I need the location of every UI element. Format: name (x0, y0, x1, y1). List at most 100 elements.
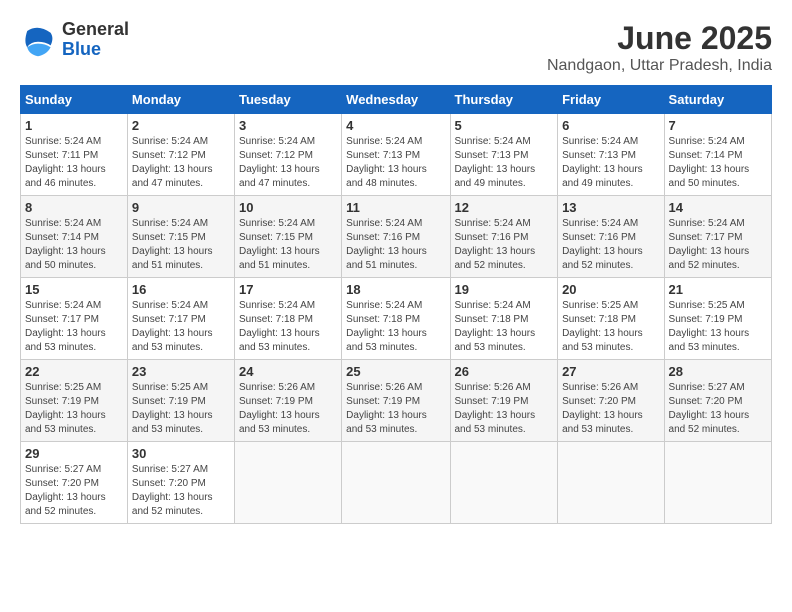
day-number: 20 (562, 282, 659, 297)
weekday-friday: Friday (558, 86, 664, 114)
calendar-header: SundayMondayTuesdayWednesdayThursdayFrid… (21, 86, 772, 114)
day-number: 13 (562, 200, 659, 215)
calendar-title: June 2025 (547, 20, 772, 57)
day-number: 19 (455, 282, 554, 297)
day-number: 30 (132, 446, 230, 461)
calendar-cell: 7Sunrise: 5:24 AM Sunset: 7:14 PM Daylig… (664, 114, 771, 196)
day-number: 3 (239, 118, 337, 133)
day-info: Sunrise: 5:26 AM Sunset: 7:19 PM Dayligh… (346, 381, 445, 437)
calendar-cell (450, 442, 558, 524)
calendar-cell (664, 442, 771, 524)
logo-icon (20, 22, 56, 58)
calendar-subtitle: Nandgaon, Uttar Pradesh, India (547, 57, 772, 75)
day-number: 29 (25, 446, 123, 461)
day-info: Sunrise: 5:27 AM Sunset: 7:20 PM Dayligh… (132, 463, 230, 519)
day-number: 18 (346, 282, 445, 297)
day-number: 16 (132, 282, 230, 297)
calendar-cell: 19 Sunrise: 5:24 AM Sunset: 7:18 PM Dayli… (450, 278, 558, 360)
calendar-cell: 17 Sunrise: 5:24 AM Sunset: 7:18 PM Dayli… (234, 278, 341, 360)
day-number: 28 (669, 364, 767, 379)
calendar-cell: 28 Sunrise: 5:27 AM Sunset: 7:20 PM Dayli… (664, 360, 771, 442)
day-info: Sunrise: 5:24 AM Sunset: 7:13 PM Dayligh… (562, 135, 659, 191)
day-number: 25 (346, 364, 445, 379)
week-row-3: 15Sunrise: 5:24 AM Sunset: 7:17 PM Dayli… (21, 278, 772, 360)
weekday-sunday: Sunday (21, 86, 128, 114)
day-info: Sunrise: 5:25 AM Sunset: 7:19 PM Dayligh… (25, 381, 123, 437)
day-info: Sunrise: 5:24 AM Sunset: 7:13 PM Dayligh… (346, 135, 445, 191)
calendar-cell: 2 Sunrise: 5:24 AM Sunset: 7:12 PM Daylig… (127, 114, 234, 196)
day-info: Sunrise: 5:24 AM Sunset: 7:18 PM Dayligh… (455, 299, 554, 355)
day-number: 23 (132, 364, 230, 379)
day-number: 6 (562, 118, 659, 133)
day-info: Sunrise: 5:27 AM Sunset: 7:20 PM Dayligh… (25, 463, 123, 519)
day-number: 11 (346, 200, 445, 215)
day-info: Sunrise: 5:24 AM Sunset: 7:18 PM Dayligh… (239, 299, 337, 355)
calendar-cell: 21Sunrise: 5:25 AM Sunset: 7:19 PM Dayli… (664, 278, 771, 360)
calendar-cell: 9Sunrise: 5:24 AM Sunset: 7:15 PM Daylig… (127, 196, 234, 278)
day-info: Sunrise: 5:27 AM Sunset: 7:20 PM Dayligh… (669, 381, 767, 437)
day-info: Sunrise: 5:26 AM Sunset: 7:19 PM Dayligh… (239, 381, 337, 437)
day-number: 12 (455, 200, 554, 215)
calendar-cell: 12 Sunrise: 5:24 AM Sunset: 7:16 PM Dayli… (450, 196, 558, 278)
day-info: Sunrise: 5:24 AM Sunset: 7:15 PM Dayligh… (239, 217, 337, 273)
weekday-monday: Monday (127, 86, 234, 114)
day-number: 5 (455, 118, 554, 133)
weekday-saturday: Saturday (664, 86, 771, 114)
calendar-cell (342, 442, 450, 524)
day-number: 2 (132, 118, 230, 133)
calendar-cell: 16 Sunrise: 5:24 AM Sunset: 7:17 PM Dayli… (127, 278, 234, 360)
weekday-wednesday: Wednesday (342, 86, 450, 114)
day-number: 1 (25, 118, 123, 133)
calendar-cell: 5 Sunrise: 5:24 AM Sunset: 7:13 PM Daylig… (450, 114, 558, 196)
calendar-table: SundayMondayTuesdayWednesdayThursdayFrid… (20, 85, 772, 524)
calendar-cell: 10 Sunrise: 5:24 AM Sunset: 7:15 PM Dayli… (234, 196, 341, 278)
logo-text: General Blue (62, 20, 129, 60)
calendar-cell: 13 Sunrise: 5:24 AM Sunset: 7:16 PM Dayli… (558, 196, 664, 278)
week-row-2: 8 Sunrise: 5:24 AM Sunset: 7:14 PM Daylig… (21, 196, 772, 278)
calendar-cell: 14 Sunrise: 5:24 AM Sunset: 7:17 PM Dayli… (664, 196, 771, 278)
calendar-cell: 1Sunrise: 5:24 AM Sunset: 7:11 PM Daylig… (21, 114, 128, 196)
weekday-thursday: Thursday (450, 86, 558, 114)
logo: General Blue (20, 20, 129, 60)
day-info: Sunrise: 5:24 AM Sunset: 7:13 PM Dayligh… (455, 135, 554, 191)
title-area: June 2025 Nandgaon, Uttar Pradesh, India (547, 20, 772, 75)
day-info: Sunrise: 5:24 AM Sunset: 7:12 PM Dayligh… (132, 135, 230, 191)
calendar-cell: 6 Sunrise: 5:24 AM Sunset: 7:13 PM Daylig… (558, 114, 664, 196)
day-info: Sunrise: 5:25 AM Sunset: 7:19 PM Dayligh… (669, 299, 767, 355)
week-row-1: 1Sunrise: 5:24 AM Sunset: 7:11 PM Daylig… (21, 114, 772, 196)
day-number: 4 (346, 118, 445, 133)
day-number: 8 (25, 200, 123, 215)
day-number: 17 (239, 282, 337, 297)
calendar-cell (234, 442, 341, 524)
calendar-cell: 20Sunrise: 5:25 AM Sunset: 7:18 PM Dayli… (558, 278, 664, 360)
day-info: Sunrise: 5:24 AM Sunset: 7:17 PM Dayligh… (132, 299, 230, 355)
week-row-4: 22 Sunrise: 5:25 AM Sunset: 7:19 PM Dayli… (21, 360, 772, 442)
day-number: 26 (455, 364, 554, 379)
calendar-cell: 18 Sunrise: 5:24 AM Sunset: 7:18 PM Dayli… (342, 278, 450, 360)
day-info: Sunrise: 5:24 AM Sunset: 7:16 PM Dayligh… (455, 217, 554, 273)
day-info: Sunrise: 5:24 AM Sunset: 7:16 PM Dayligh… (562, 217, 659, 273)
calendar-cell: 30 Sunrise: 5:27 AM Sunset: 7:20 PM Dayli… (127, 442, 234, 524)
day-info: Sunrise: 5:26 AM Sunset: 7:19 PM Dayligh… (455, 381, 554, 437)
day-info: Sunrise: 5:24 AM Sunset: 7:17 PM Dayligh… (669, 217, 767, 273)
calendar-cell (558, 442, 664, 524)
calendar-cell: 29 Sunrise: 5:27 AM Sunset: 7:20 PM Dayli… (21, 442, 128, 524)
day-info: Sunrise: 5:24 AM Sunset: 7:16 PM Dayligh… (346, 217, 445, 273)
day-number: 9 (132, 200, 230, 215)
calendar-cell: 22 Sunrise: 5:25 AM Sunset: 7:19 PM Dayli… (21, 360, 128, 442)
day-info: Sunrise: 5:25 AM Sunset: 7:19 PM Dayligh… (132, 381, 230, 437)
week-row-5: 29 Sunrise: 5:27 AM Sunset: 7:20 PM Dayli… (21, 442, 772, 524)
day-number: 22 (25, 364, 123, 379)
day-info: Sunrise: 5:24 AM Sunset: 7:14 PM Dayligh… (25, 217, 123, 273)
day-number: 14 (669, 200, 767, 215)
day-info: Sunrise: 5:24 AM Sunset: 7:18 PM Dayligh… (346, 299, 445, 355)
day-number: 10 (239, 200, 337, 215)
calendar-cell: 25 Sunrise: 5:26 AM Sunset: 7:19 PM Dayli… (342, 360, 450, 442)
day-number: 24 (239, 364, 337, 379)
day-number: 7 (669, 118, 767, 133)
header: General Blue June 2025 Nandgaon, Uttar P… (20, 20, 772, 75)
calendar-cell: 27Sunrise: 5:26 AM Sunset: 7:20 PM Dayli… (558, 360, 664, 442)
weekday-tuesday: Tuesday (234, 86, 341, 114)
calendar-cell: 4 Sunrise: 5:24 AM Sunset: 7:13 PM Daylig… (342, 114, 450, 196)
day-number: 27 (562, 364, 659, 379)
